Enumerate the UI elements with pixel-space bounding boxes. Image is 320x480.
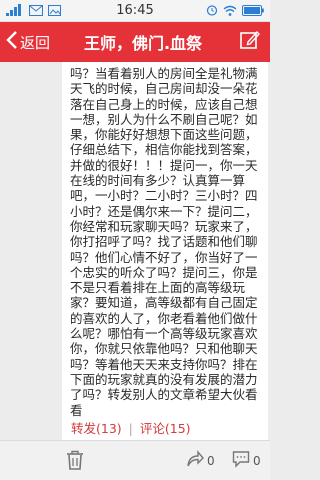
bottom-toolbar: 0 0 [0, 440, 270, 480]
share-icon [186, 450, 204, 471]
wifi-icon [223, 1, 237, 20]
compose-button[interactable] [230, 22, 270, 62]
repost-link[interactable]: 转发(13) [71, 421, 122, 436]
post-actions: 转发(13) | 评论(15) [62, 418, 268, 440]
action-separator: | [128, 421, 133, 436]
post-content: 吗？当看着别人的房间全是礼物满天飞的时候，自己房间却没一朵花落在自己身上的时候，… [62, 62, 268, 440]
share-count: 0 [207, 453, 215, 468]
battery-icon [242, 1, 264, 20]
chevron-left-icon [6, 31, 18, 53]
share-button[interactable]: 0 [186, 450, 215, 471]
comments-link[interactable]: 评论(15) [140, 421, 191, 436]
image-notification-icon [48, 1, 61, 20]
alarm-icon [206, 1, 218, 20]
message-icon [29, 1, 43, 20]
app-header: 返回 王师，佛门.血祭 [0, 22, 270, 62]
signal-icon [6, 1, 24, 20]
comment-button[interactable]: 0 [232, 450, 261, 471]
post-body-text: 吗？当看着别人的房间全是礼物满天飞的时候，自己房间却没一朵花落在自己身上的时候，… [70, 66, 258, 418]
status-bar: 16:45 [0, 0, 270, 22]
delete-button[interactable] [66, 450, 84, 474]
trash-icon [66, 450, 84, 474]
comment-count: 0 [253, 453, 261, 468]
page-title: 王师，佛门.血祭 [83, 34, 203, 53]
back-button[interactable]: 返回 [0, 22, 62, 62]
comment-icon [232, 450, 250, 471]
back-label: 返回 [20, 33, 51, 52]
edit-icon [240, 30, 260, 54]
